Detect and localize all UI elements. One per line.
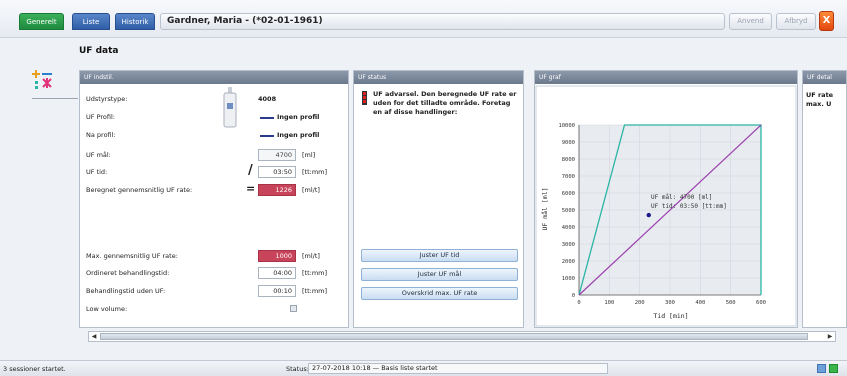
sessions-status: 3 sessioner startet. [3, 365, 66, 373]
uf-goal-point [646, 212, 651, 218]
x-tick-label: 400 [695, 300, 705, 306]
uf-data-icon [32, 70, 52, 89]
y-tick-label: 4000 [562, 225, 575, 231]
uf-time-label: UF tid: [86, 168, 108, 176]
x-tick-label: 200 [635, 300, 645, 306]
uf-settings-header: UF indstil. [80, 71, 348, 84]
uf-time-unit: [tt:mm] [302, 168, 328, 176]
ordered-time-unit: [tt:mm] [302, 269, 328, 277]
uf-settings-panel: UF indstil. Udstyrstype: 4008 UF Profil:… [79, 70, 349, 328]
x-tick-label: 0 [577, 300, 580, 306]
uf-chart: 0100020003000400050006000700080009000100… [535, 85, 797, 327]
patient-title: Gardner, Maria - (*02-01-1961) [160, 13, 725, 30]
y-tick-label: 1000 [562, 276, 575, 282]
uf-goal-label: UF mål: [86, 151, 111, 159]
x-tick-label: 500 [726, 300, 736, 306]
chart-y-label: UF mål [ml] [540, 187, 549, 230]
x-tick-label: 300 [665, 300, 675, 306]
equals-icon: = [246, 182, 256, 195]
dialyzer-bottle-icon [223, 87, 237, 128]
ordered-time-label: Ordineret behandlingstid: [86, 269, 170, 277]
override-max-rate-button[interactable]: Overskrid max. UF rate [361, 287, 518, 300]
network-icon [817, 364, 826, 373]
low-volume-checkbox[interactable] [290, 305, 297, 312]
y-tick-label: 10000 [558, 123, 575, 129]
dialyzer-value: 4008 [258, 95, 277, 103]
chart-annotation-time: UF tid: 03:50 [tt:mm] [651, 203, 727, 210]
adjust-uf-goal-button[interactable]: Juster UF mål [361, 268, 518, 281]
close-button[interactable]: X [819, 11, 834, 31]
y-tick-label: 0 [572, 293, 575, 299]
scroll-left-icon[interactable]: ◀ [89, 332, 99, 341]
low-volume-label: Low volume: [86, 305, 128, 313]
na-profile-line-icon [260, 135, 274, 137]
tab-historik[interactable]: Historik [115, 13, 155, 30]
tab-generelt[interactable]: Generelt [19, 13, 64, 30]
y-tick-label: 6000 [562, 191, 575, 197]
status-label: Status: [286, 365, 309, 373]
status-value: 27-07-2018 10:18 — Basis liste startet [308, 363, 608, 374]
uf-goal-unit: [ml] [302, 151, 316, 159]
ordered-time-field[interactable]: 04:00 [258, 267, 296, 279]
y-tick-label: 5000 [562, 208, 575, 214]
x-tick-label: 100 [604, 300, 614, 306]
uf-goal-field[interactable]: 4700 [258, 149, 296, 161]
scrollbar-thumb[interactable] [100, 333, 808, 340]
section-title: UF data [79, 46, 119, 56]
section-divider [32, 98, 78, 99]
uf-details-panel: UF detal UF rate max. U [802, 70, 847, 328]
uf-profile-value: Ingen profil [277, 113, 320, 121]
uf-profile-label: UF Profil: [86, 113, 115, 121]
uf-graph-panel: UF graf 0 1000 2000 3000 4000 5000 6000 7000 800… [534, 70, 798, 328]
x-tick-label: 600 [756, 300, 766, 306]
uf-details-line2: max. U [806, 100, 832, 108]
horizontal-scrollbar[interactable]: ◀ ▶ [88, 331, 836, 342]
max-rate-field[interactable]: 1000 [258, 250, 296, 262]
time-without-uf-unit: [tt:mm] [302, 287, 328, 295]
y-tick-label: 3000 [562, 242, 575, 248]
y-tick-label: 9000 [562, 140, 575, 146]
na-profile-label: Na profil: [86, 131, 116, 139]
divide-icon: / [248, 163, 253, 178]
na-profile-value: Ingen profil [277, 131, 320, 139]
avg-rate-unit: [ml/t] [302, 186, 320, 194]
y-tick-label: 8000 [562, 157, 575, 163]
avg-rate-field: 1226 [258, 184, 296, 196]
uf-status-panel: UF status UF advarsel. Den beregnede UF … [353, 70, 524, 328]
y-tick-label: 7000 [562, 174, 575, 180]
cancel-button[interactable]: Afbryd [776, 13, 816, 30]
adjust-uf-time-button[interactable]: Juster UF tid [361, 249, 518, 262]
y-tick-label: 2000 [562, 259, 575, 265]
chart-x-label: Tid [min] [653, 312, 688, 320]
uf-graph-header: UF graf [535, 71, 797, 84]
uf-details-line1: UF rate [806, 91, 834, 99]
uf-time-field[interactable]: 03:50 [258, 166, 296, 178]
apply-button[interactable]: Anvend [729, 13, 772, 30]
time-without-uf-field[interactable]: 00:10 [258, 285, 296, 297]
status-bar: 3 sessioner startet. Status: 27-07-2018 … [0, 360, 847, 376]
dialyzer-label: Udstyrstype: [86, 95, 128, 103]
max-rate-label: Max. gennemsnitlig UF rate: [86, 252, 178, 260]
max-rate-unit: [ml/t] [302, 252, 320, 260]
scroll-right-icon[interactable]: ▶ [825, 332, 835, 341]
chart-annotation-goal: UF mål: 4700 [ml] [651, 194, 712, 201]
connection-ok-icon [829, 364, 838, 373]
uf-warning-text: UF advarsel. Den beregnede UF rate er ud… [373, 90, 517, 116]
warning-traffic-light-icon [362, 91, 367, 105]
avg-rate-label: Beregnet gennemsnitlig UF rate: [86, 186, 193, 194]
uf-status-header: UF status [354, 71, 523, 84]
uf-details-header: UF detal [803, 71, 846, 84]
top-bar: Generelt Liste Historik Gardner, Maria -… [0, 0, 847, 38]
uf-profile-line-icon [260, 117, 274, 119]
time-without-uf-label: Behandlingstid uden UF: [86, 287, 166, 295]
uf-details-text: UF rate max. U [806, 91, 833, 109]
tab-liste[interactable]: Liste [72, 13, 110, 30]
